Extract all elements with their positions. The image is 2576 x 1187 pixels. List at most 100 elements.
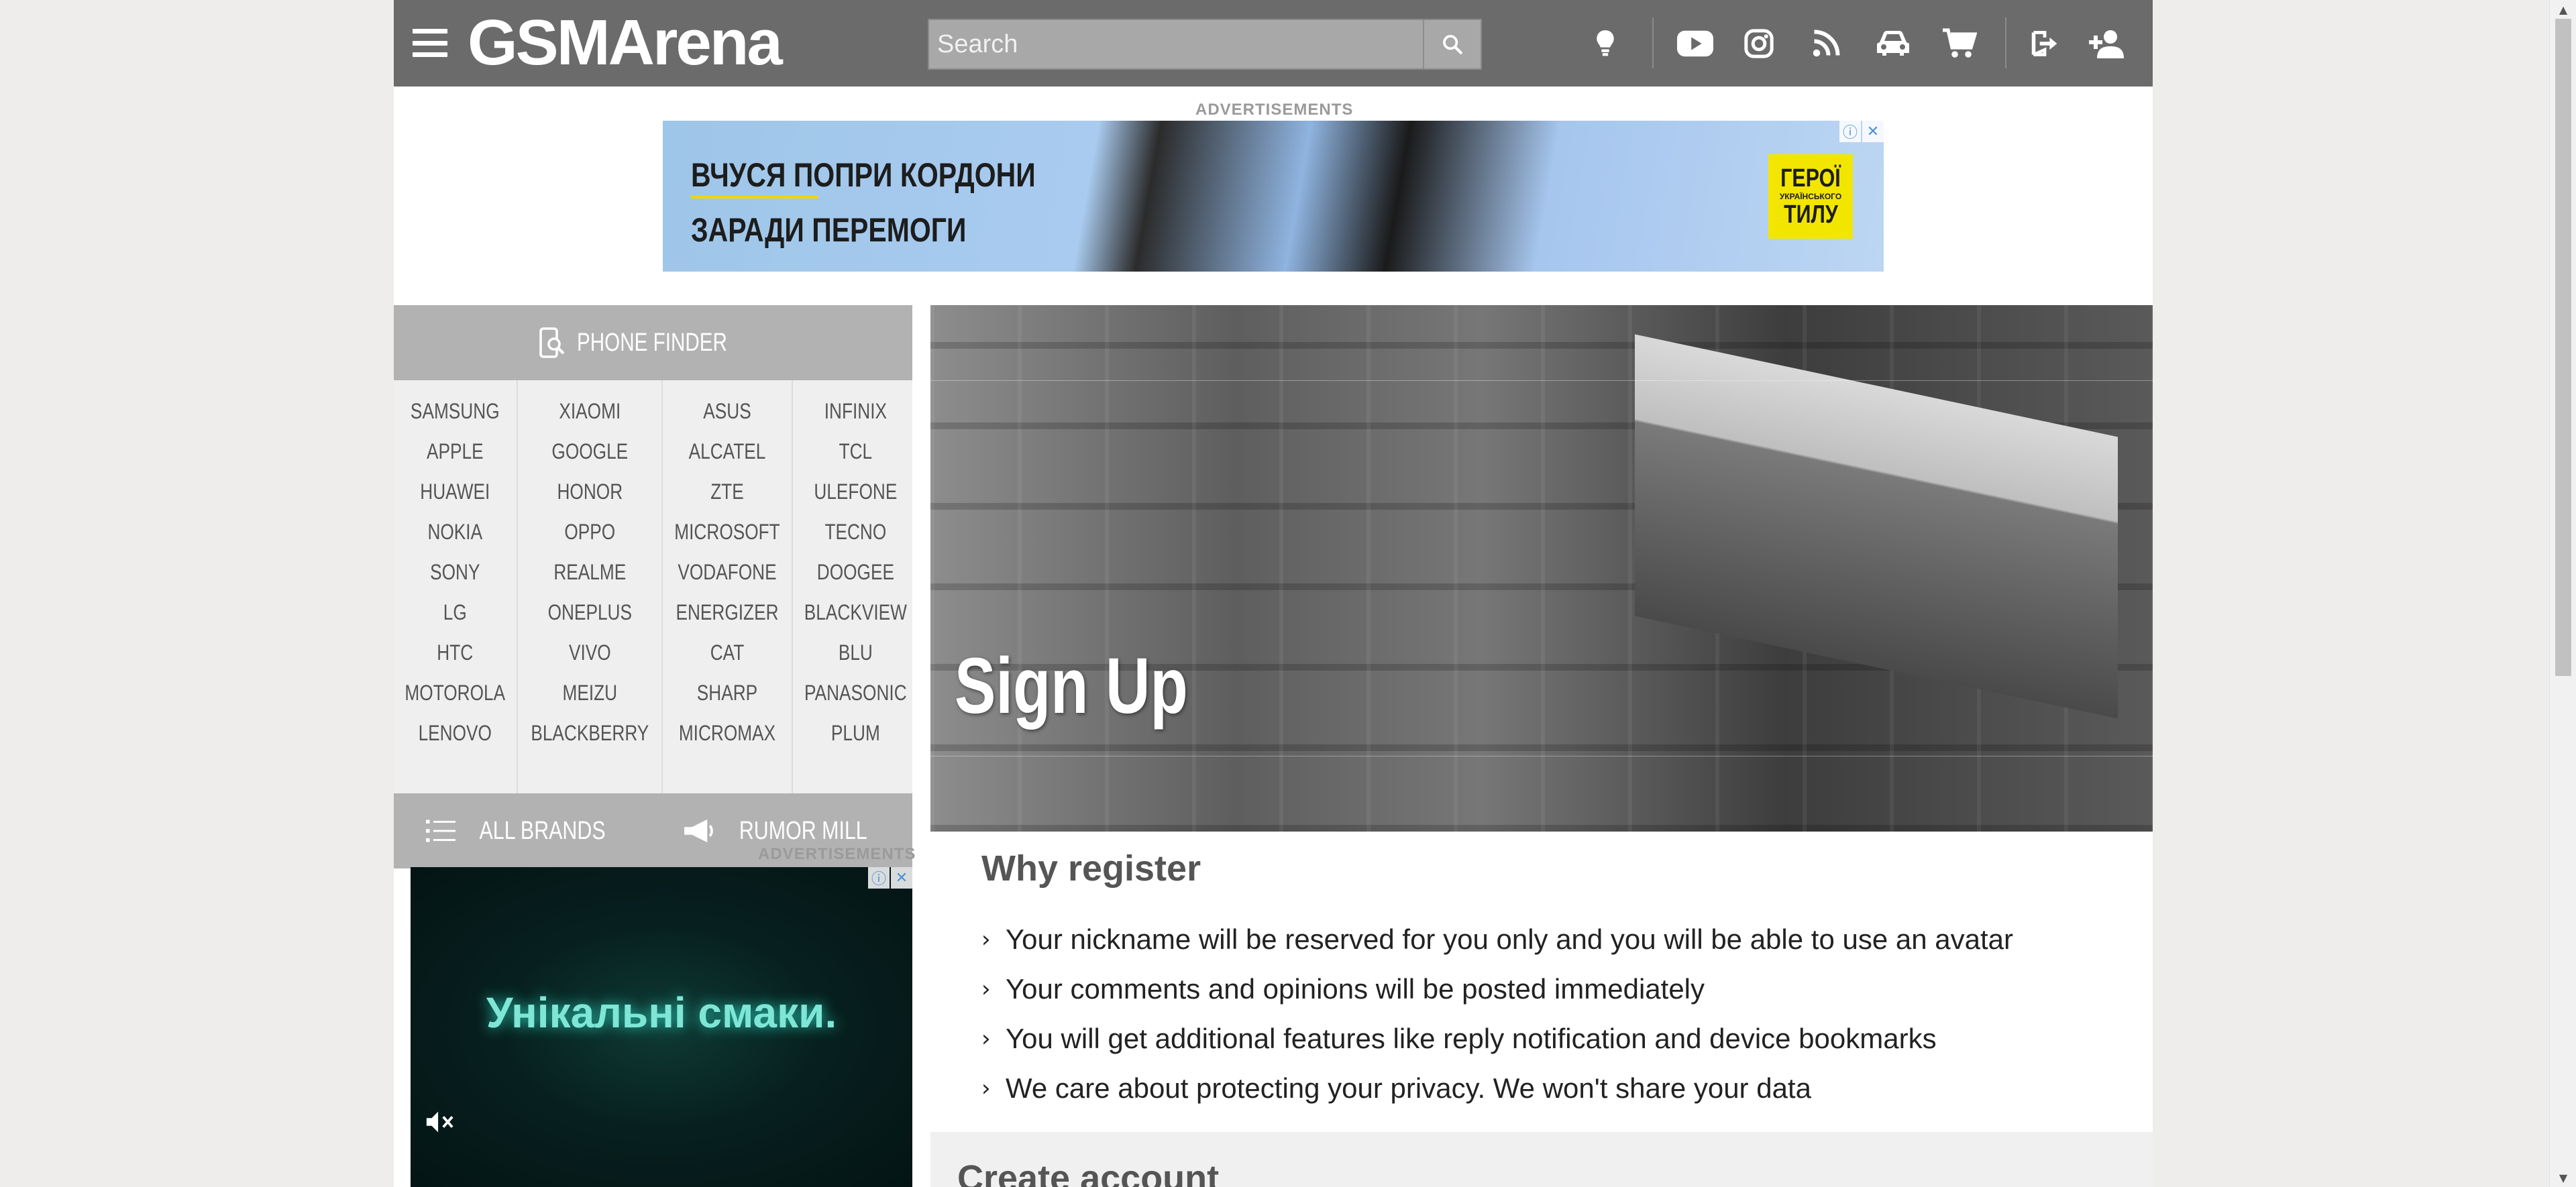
brand-column: ASUS ALCATEL ZTE MICROSOFT VODAFONE ENERGIZER… <box>663 380 794 793</box>
brand-link[interactable]: APPLE <box>405 431 505 471</box>
brand-link[interactable]: MOTOROLA <box>405 673 505 713</box>
search-button[interactable] <box>1423 20 1481 68</box>
list-item: › Your nickname will be reserved for you … <box>981 923 2013 955</box>
add-user-icon[interactable] <box>2084 20 2131 67</box>
rumor-mill-button[interactable]: RUMOR MILL <box>653 817 913 846</box>
side-ad-label: ADVERTISEMENTS <box>758 845 916 863</box>
page-wrapper: GSMArena Search ADVERTISEMENTS ВЧУСЯ ПОП… <box>394 0 2153 1187</box>
ad-close-icon[interactable]: ✕ <box>891 867 912 889</box>
hero-banner: Sign Up <box>930 305 2153 832</box>
side-advertisement[interactable]: Унікальні смаки. ⓘ ✕ <box>411 867 912 1187</box>
phone-finder-label: PHONE FINDER <box>576 328 727 357</box>
brand-column: XIAOMI GOOGLE HONOR OPPO REALME ONEPLUS VIVO ME… <box>518 380 663 793</box>
brand-link[interactable]: HUAWEI <box>405 471 505 512</box>
brand-link[interactable]: PLUM <box>804 713 907 753</box>
list-item: › We care about protecting your privacy. … <box>981 1072 1811 1104</box>
list-icon <box>425 819 455 842</box>
all-brands-label: ALL BRANDS <box>479 816 606 845</box>
header-divider <box>2005 17 2006 68</box>
scrollbar-thumb[interactable] <box>2555 19 2571 676</box>
brand-link[interactable]: SONY <box>405 552 505 592</box>
chevron-right-icon: › <box>981 1025 991 1052</box>
brand-link[interactable]: HONOR <box>531 471 649 512</box>
brand-link[interactable]: SHARP <box>674 673 780 713</box>
brand-link[interactable]: DOOGEE <box>804 552 907 592</box>
ad-label: ADVERTISEMENTS <box>1195 101 1354 119</box>
page-scrollbar[interactable]: ▲ ▼ <box>2549 0 2576 1187</box>
cart-icon[interactable] <box>1939 20 1978 67</box>
brand-link[interactable]: MICROMAX <box>674 713 780 753</box>
menu-icon[interactable] <box>411 27 449 59</box>
brand-list: SAMSUNG APPLE HUAWEI NOKIA SONY LG HTC MOTOROLA… <box>394 380 912 793</box>
tip-bulb-icon[interactable] <box>1591 20 1620 67</box>
rumor-mill-label: RUMOR MILL <box>739 816 868 845</box>
site-header: GSMArena <box>394 0 2153 87</box>
ad-close-icon[interactable]: ✕ <box>1862 121 1884 142</box>
search-input[interactable] <box>929 20 1423 68</box>
ad-controls: ⓘ ✕ <box>1839 121 1884 142</box>
create-account-section: Create account <box>930 1132 2153 1187</box>
car-icon[interactable] <box>1874 20 1913 67</box>
brand-link[interactable]: TECNO <box>804 512 907 552</box>
all-brands-button[interactable]: ALL BRANDS <box>394 817 653 846</box>
why-register-list: › Your nickname will be reserved for you … <box>981 915 2013 1113</box>
chevron-right-icon: › <box>981 1075 991 1102</box>
rss-icon[interactable] <box>1811 20 1841 67</box>
youtube-icon[interactable] <box>1676 20 1714 67</box>
brand-link[interactable]: TCL <box>804 431 907 471</box>
brand-link[interactable]: ULEFONE <box>804 471 907 512</box>
list-item: › Your comments and opinions will be post… <box>981 973 1705 1005</box>
header-divider <box>1652 17 1654 68</box>
brand-link[interactable]: VIVO <box>531 632 649 673</box>
hero-drawer-image <box>1635 334 2118 719</box>
scroll-up-arrow[interactable]: ▲ <box>2550 0 2576 19</box>
brand-link[interactable]: OPPO <box>531 512 649 552</box>
brand-link[interactable]: MEIZU <box>531 673 649 713</box>
brand-column: SAMSUNG APPLE HUAWEI NOKIA SONY LG HTC MOTOROLA… <box>394 380 518 793</box>
brand-link[interactable]: BLACKVIEW <box>804 592 907 632</box>
brand-link[interactable]: GOOGLE <box>531 431 649 471</box>
brand-link[interactable]: ONEPLUS <box>531 592 649 632</box>
brand-column: INFINIX TCL ULEFONE TECNO DOOGEE BLACKVIEW BLU… <box>793 380 918 793</box>
top-advertisement[interactable]: ВЧУСЯ ПОПРИ КОРДОНИ ЗАРАДИ ПЕРЕМОГИ ГЕРО… <box>663 121 1884 272</box>
list-item: › You will get additional features like r… <box>981 1023 1937 1054</box>
search-icon <box>1443 35 1462 54</box>
brand-link[interactable]: XIAOMI <box>531 391 649 431</box>
page-title: Sign Up <box>955 642 1188 730</box>
why-register-title: Why register <box>981 848 1201 889</box>
top-ad-underline <box>691 196 818 199</box>
brand-link[interactable]: SAMSUNG <box>405 391 505 431</box>
brand-link[interactable]: REALME <box>531 552 649 592</box>
brand-link[interactable]: BLU <box>804 632 907 673</box>
brand-link[interactable]: ASUS <box>674 391 780 431</box>
brand-link[interactable]: VODAFONE <box>674 552 780 592</box>
login-icon[interactable] <box>2028 20 2061 67</box>
ad-info-icon[interactable]: ⓘ <box>1839 121 1861 142</box>
scroll-down-arrow[interactable]: ▼ <box>2550 1168 2576 1187</box>
top-ad-badge: ГЕРОЇ УКРАЇНСЬКОГО ТИЛУ <box>1768 154 1853 239</box>
brand-link[interactable]: HTC <box>405 632 505 673</box>
brand-link[interactable]: LENOVO <box>405 713 505 753</box>
phone-finder-icon <box>539 327 565 358</box>
site-logo[interactable]: GSMArena <box>468 9 783 76</box>
brand-link[interactable]: INFINIX <box>804 391 907 431</box>
side-ad-text: Унікальні смаки. <box>486 988 837 1037</box>
chevron-right-icon: › <box>981 976 991 1003</box>
megaphone-icon <box>684 819 714 843</box>
create-account-title: Create account <box>957 1158 1220 1187</box>
brand-link[interactable]: NOKIA <box>405 512 505 552</box>
mute-icon[interactable] <box>424 1109 455 1139</box>
brand-link[interactable]: CAT <box>674 632 780 673</box>
phone-finder-button[interactable]: PHONE FINDER <box>394 305 912 380</box>
side-ad-controls: ⓘ ✕ <box>868 867 912 889</box>
brand-link[interactable]: ZTE <box>674 471 780 512</box>
brand-link[interactable]: ENERGIZER <box>674 592 780 632</box>
brand-link[interactable]: ALCATEL <box>674 431 780 471</box>
brand-link[interactable]: BLACKBERRY <box>531 713 649 753</box>
ad-info-icon[interactable]: ⓘ <box>868 867 890 889</box>
chevron-right-icon: › <box>981 926 991 953</box>
brand-link[interactable]: PANASONIC <box>804 673 907 713</box>
brand-link[interactable]: MICROSOFT <box>674 512 780 552</box>
brand-link[interactable]: LG <box>405 592 505 632</box>
instagram-icon[interactable] <box>1742 20 1776 67</box>
